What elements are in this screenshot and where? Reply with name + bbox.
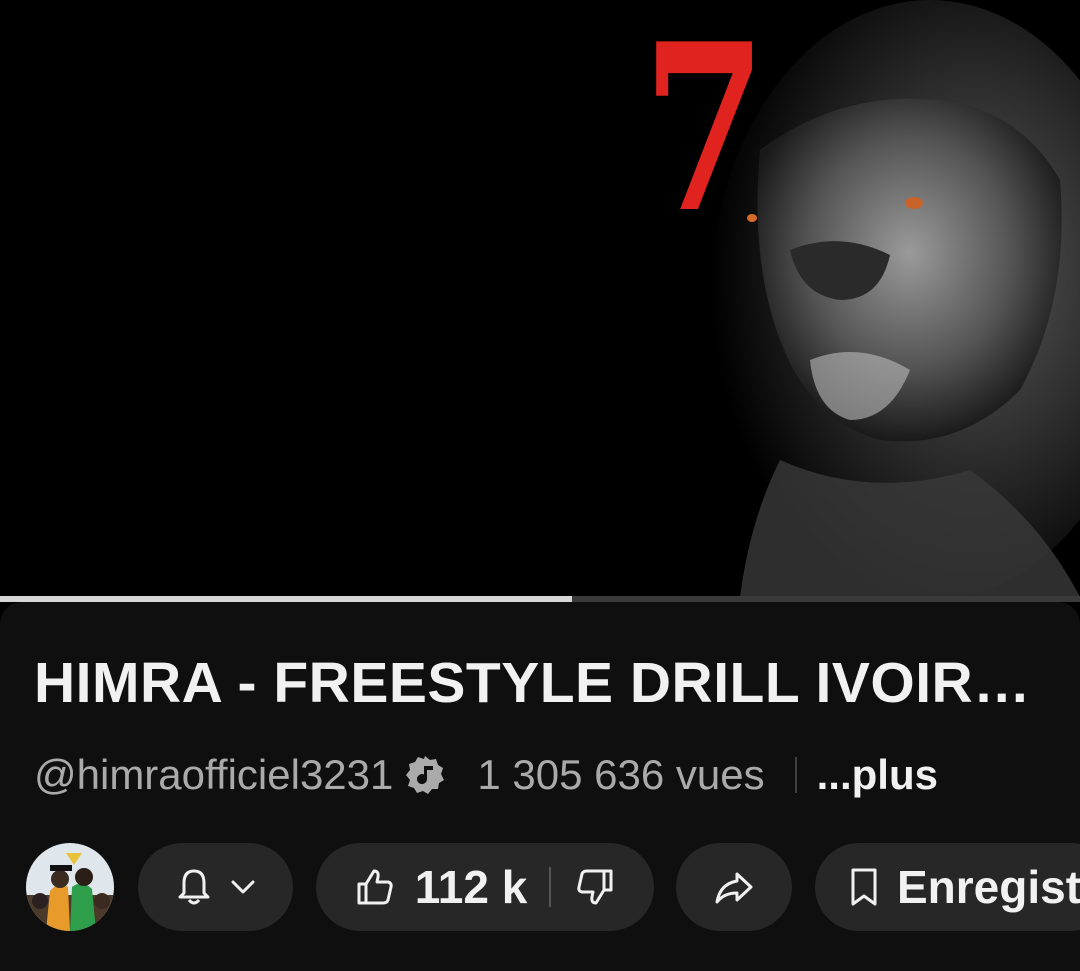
share-button[interactable] bbox=[676, 843, 792, 931]
thumbnail-number-7: 7 bbox=[642, 0, 767, 264]
channel-avatar[interactable] bbox=[26, 843, 114, 931]
action-bar: 112 k Enregistr bbox=[0, 843, 1080, 931]
more-link[interactable]: ...plus bbox=[817, 751, 938, 799]
like-divider bbox=[549, 867, 552, 907]
thumb-up-icon[interactable] bbox=[353, 865, 397, 909]
bookmark-icon bbox=[845, 866, 883, 908]
avatar-image bbox=[26, 843, 114, 931]
video-title[interactable]: HIMRA - FREESTYLE DRILL IVOIR… bbox=[34, 650, 1054, 716]
video-player[interactable]: 7 bbox=[0, 0, 1080, 597]
chevron-down-icon bbox=[227, 871, 259, 903]
view-count: 1 305 636 vues bbox=[477, 751, 765, 798]
verified-music-icon bbox=[403, 753, 447, 797]
share-icon bbox=[712, 865, 756, 909]
bell-icon bbox=[173, 866, 215, 908]
like-dislike-group: 112 k bbox=[316, 843, 654, 931]
save-label: Enregistr bbox=[897, 861, 1080, 913]
like-count: 112 k bbox=[414, 861, 528, 913]
channel-handle[interactable]: @himraofficiel3231 bbox=[34, 751, 393, 799]
subscription-bell-button[interactable] bbox=[138, 843, 293, 931]
thumb-down-icon[interactable] bbox=[573, 865, 617, 909]
meta-divider bbox=[794, 757, 797, 793]
video-meta-row: @himraofficiel3231 1 305 636 vues ...plu… bbox=[34, 748, 938, 802]
save-button[interactable]: Enregistr bbox=[815, 843, 1080, 931]
